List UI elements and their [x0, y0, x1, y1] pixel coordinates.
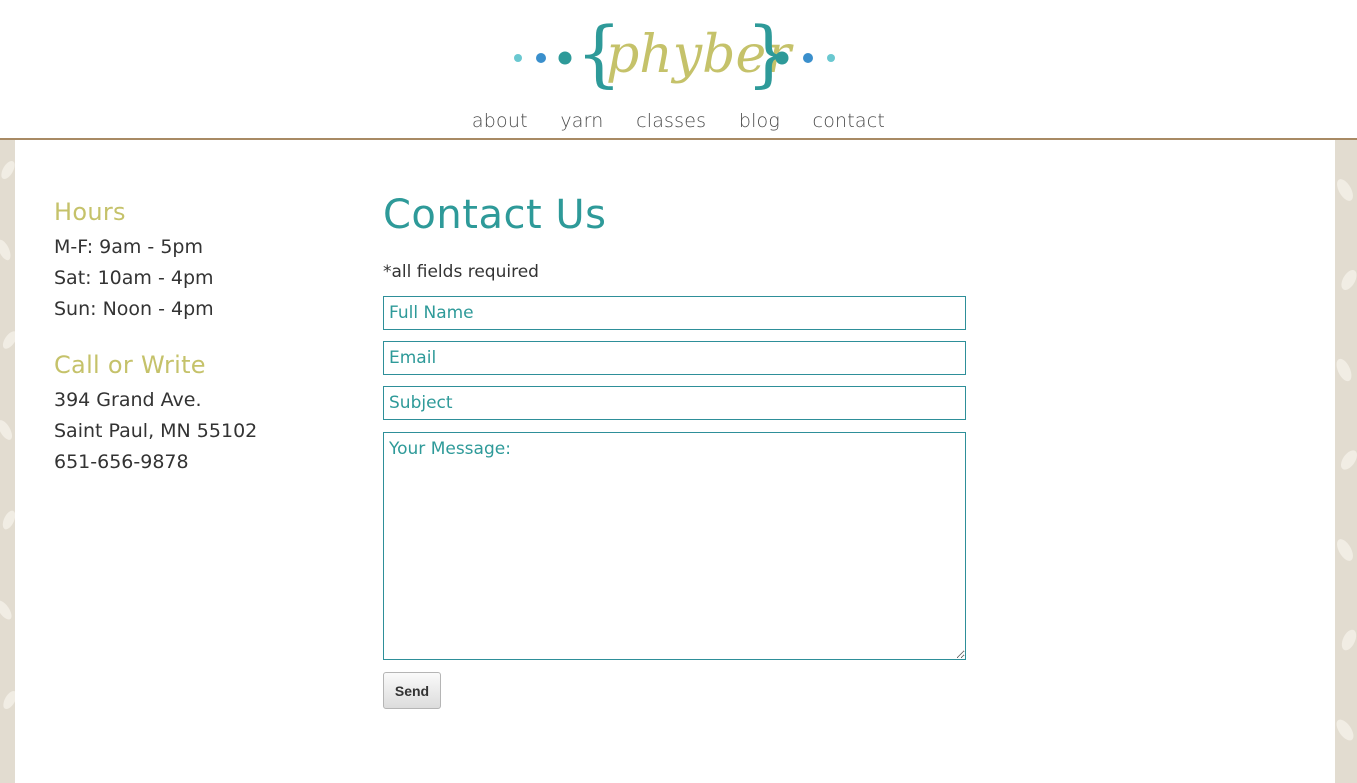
nav-blog[interactable]: blog	[739, 110, 780, 132]
sidebar: Hours M-F: 9am - 5pm Sat: 10am - 4pm Sun…	[54, 198, 354, 478]
phyber-logo[interactable]: { phyber }	[510, 14, 840, 100]
subject-input[interactable]	[383, 386, 966, 420]
nav-classes[interactable]: classes	[636, 110, 706, 132]
page-content: Hours M-F: 9am - 5pm Sat: 10am - 4pm Sun…	[15, 140, 1335, 783]
phone-number: 651-656-9878	[54, 451, 189, 473]
address-street: 394 Grand Ave.	[54, 389, 202, 411]
address-city: Saint Paul, MN 55102	[54, 420, 258, 442]
nav-yarn[interactable]: yarn	[560, 110, 603, 132]
hours-sunday: Sun: Noon - 4pm	[54, 298, 214, 320]
contact-form: Send	[383, 296, 983, 709]
full-name-input[interactable]	[383, 296, 966, 330]
leaf-pattern-right	[1335, 140, 1357, 783]
page-title: Contact Us	[383, 192, 607, 238]
hours-saturday: Sat: 10am - 4pm	[54, 267, 214, 289]
hours-weekday: M-F: 9am - 5pm	[54, 236, 203, 258]
site-header: { phyber } about yarn classes blog conta…	[0, 0, 1357, 140]
required-note: *all fields required	[383, 262, 539, 282]
nav-contact[interactable]: contact	[813, 110, 886, 132]
send-button[interactable]: Send	[383, 672, 441, 709]
hours-heading: Hours	[54, 198, 126, 226]
main-nav: about yarn classes blog contact	[0, 108, 1357, 132]
nav-about[interactable]: about	[472, 110, 528, 132]
contact-form-section: Contact Us *all fields required Send	[383, 192, 983, 709]
message-textarea[interactable]	[383, 432, 966, 660]
leaf-pattern-left	[0, 140, 15, 783]
email-input[interactable]	[383, 341, 966, 375]
call-or-write-heading: Call or Write	[54, 351, 206, 379]
